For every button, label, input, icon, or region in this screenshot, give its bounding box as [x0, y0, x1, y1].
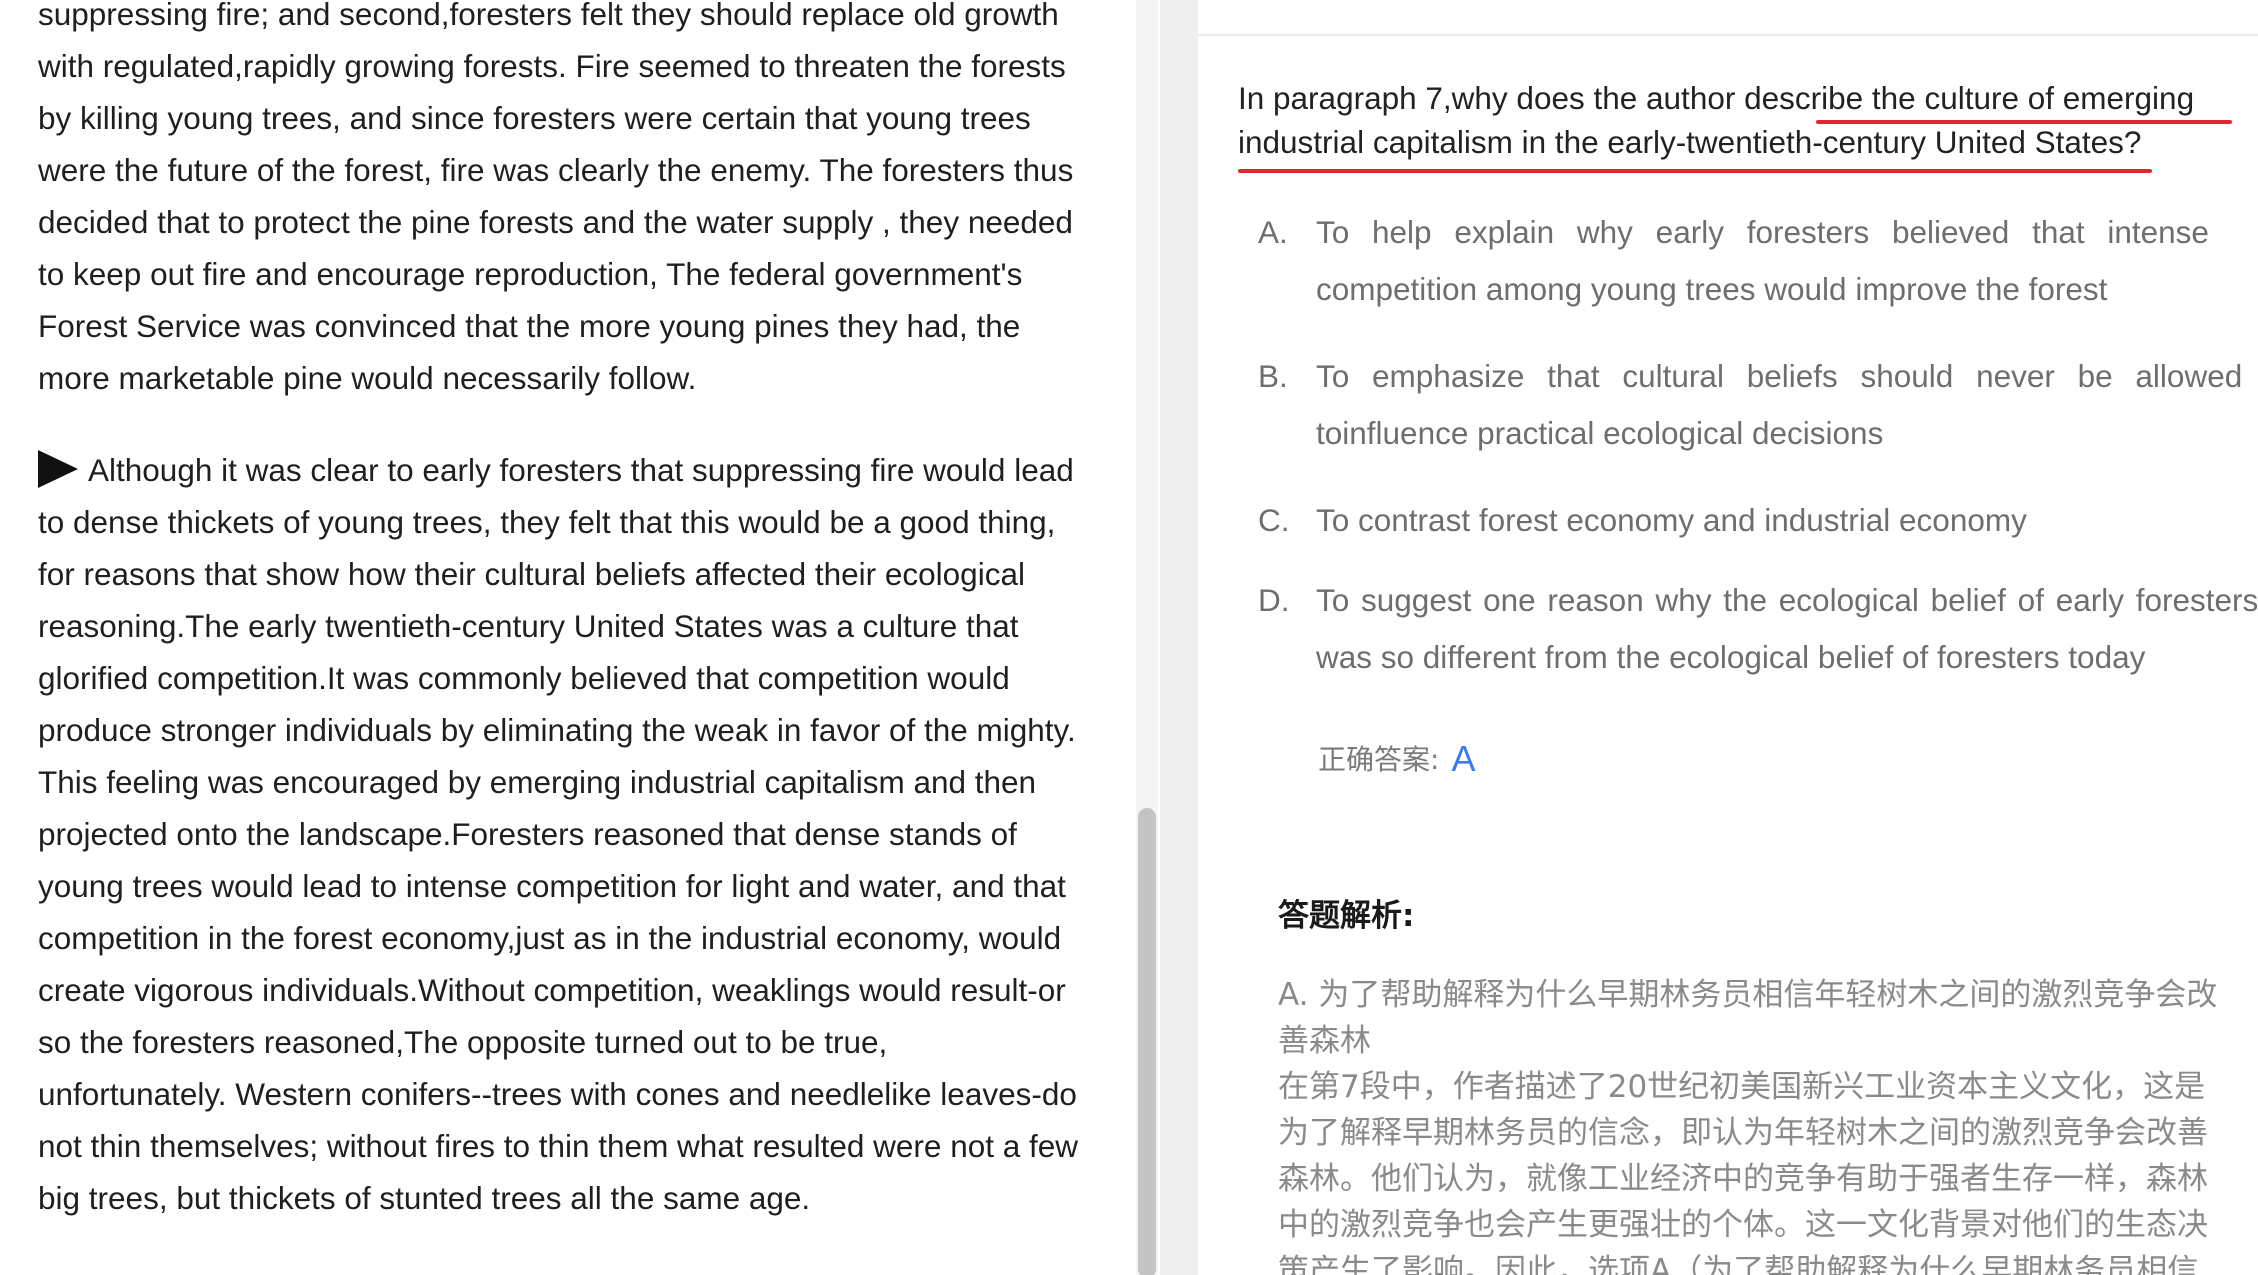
passage-pane: suppressing fire; and second,foresters f… — [0, 0, 1160, 1275]
passage-paragraph: suppressing fire; and second,foresters f… — [38, 0, 1118, 404]
passage-line: big trees, but thickets of stunted trees… — [38, 1180, 811, 1216]
passage-line: produce stronger individuals by eliminat… — [38, 712, 1076, 748]
passage-line: with regulated,rapidly growing forests. … — [38, 48, 1066, 84]
pane-divider[interactable] — [1160, 0, 1198, 1275]
passage-line: more marketable pine would necessarily f… — [38, 360, 697, 396]
passage-line: by killing young trees, and since forest… — [38, 100, 1031, 136]
question-underline-line-1 — [1816, 120, 2232, 124]
question-pane: In paragraph 7,why does the author descr… — [1198, 0, 2258, 1275]
passage-line: glorified competition.It was commonly be… — [38, 660, 1010, 696]
correct-answer-value: A — [1451, 738, 1476, 779]
passage-line: to keep out fire and encourage reproduct… — [38, 256, 1023, 292]
question-underline-line-2 — [1238, 169, 2152, 173]
analysis-line: 策产生了影响。因此，选项A（为了帮助解释为什么早期林务员相信 — [1278, 1253, 2199, 1275]
analysis-line: A. 为了帮助解释为什么早期林务员相信年轻树木之间的激烈竞争会改 — [1278, 977, 2218, 1013]
passage-line: This feeling was encouraged by emerging … — [38, 764, 1037, 800]
page: suppressing fire; and second,foresters f… — [0, 0, 2258, 1275]
passage-line: for reasons that show how their cultural… — [38, 556, 1025, 592]
passage-line: not thin themselves; without fires to th… — [38, 1128, 1079, 1164]
option-text: To help explain why early foresters beli… — [1316, 214, 2209, 250]
correct-answer-row: 正确答案: A — [1318, 738, 1475, 780]
passage-line: Although it was clear to early foresters… — [88, 452, 1074, 488]
passage-line: reasoning.The early twentieth-century Un… — [38, 608, 1019, 644]
option-text: To contrast forest economy and industria… — [1316, 502, 2027, 538]
analysis-body: A. 为了帮助解释为什么早期林务员相信年轻树木之间的激烈竞争会改 善森林 在第7… — [1278, 972, 2258, 1275]
correct-answer-label: 正确答案: — [1318, 743, 1440, 776]
analysis-line: 善森林 — [1278, 1023, 1371, 1059]
option-letter: C. — [1258, 502, 1290, 538]
option-text: toinfluence practical ecological decisio… — [1316, 415, 1884, 451]
passage-line: decided that to protect the pine forests… — [38, 204, 1073, 240]
question-line: industrial capitalism in the early-twent… — [1238, 124, 2142, 160]
analysis-line: 在第7段中，作者描述了20世纪初美国新兴工业资本主义文化，这是 — [1278, 1069, 2206, 1105]
analysis-line: 为了解释早期林务员的信念，即认为年轻树木之间的激烈竞争会改善 — [1278, 1115, 2208, 1151]
option-text: competition among young trees would impr… — [1316, 271, 2108, 307]
passage-line: suppressing fire; and second,foresters f… — [38, 0, 1059, 32]
analysis-line: 中的激烈竞争也会产生更强壮的个体。这一文化背景对他们的生态决 — [1278, 1207, 2208, 1243]
option-letter: A. — [1258, 214, 1288, 250]
passage-line: create vigorous individuals.Without comp… — [38, 972, 1066, 1008]
passage-line: young trees would lead to intense compet… — [38, 868, 1066, 904]
option-text: To suggest one reason why the ecological… — [1316, 582, 2258, 618]
passage-paragraph-highlighted: Although it was clear to early foresters… — [38, 444, 1118, 1224]
option-letter: B. — [1258, 358, 1288, 394]
option-text: was so different from the ecological bel… — [1316, 639, 2146, 675]
question-line: In paragraph 7,why does the author descr… — [1238, 80, 2195, 116]
analysis-line: 森林。他们认为，就像工业经济中的竞争有助于强者生存一样，森林 — [1278, 1161, 2208, 1197]
analysis-title: 答题解析: — [1278, 898, 1415, 934]
paragraph-marker-arrow-icon — [38, 450, 78, 488]
passage-line: Forest Service was convinced that the mo… — [38, 308, 1021, 344]
passage-line: competition in the forest economy,just a… — [38, 920, 1062, 956]
passage-line: to dense thickets of young trees, they f… — [38, 504, 1056, 540]
option-letter: D. — [1258, 582, 1290, 618]
passage-line: so the foresters reasoned,The opposite t… — [38, 1024, 888, 1060]
passage-line: were the future of the forest, fire was … — [38, 152, 1074, 188]
passage-line: projected onto the landscape.Foresters r… — [38, 816, 1017, 852]
passage-scrollbar-thumb[interactable] — [1138, 808, 1156, 1275]
passage-line: unfortunately. Western conifers--trees w… — [38, 1076, 1077, 1112]
question-top-bar — [1198, 0, 2258, 36]
option-text: To emphasize that cultural beliefs shoul… — [1316, 358, 2243, 394]
